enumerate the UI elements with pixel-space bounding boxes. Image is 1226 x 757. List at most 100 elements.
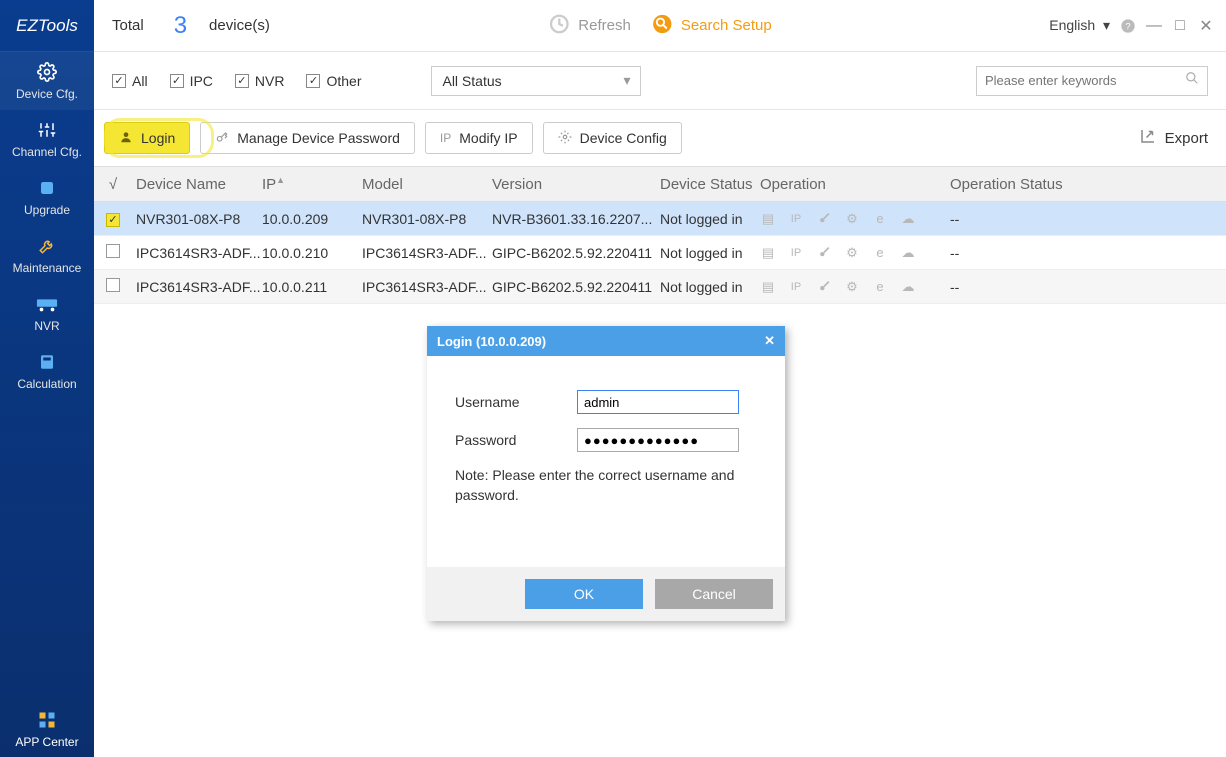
close-icon[interactable]: ✕ bbox=[764, 333, 775, 349]
gear-icon[interactable]: ⚙ bbox=[844, 279, 860, 295]
svg-text:?: ? bbox=[1125, 21, 1130, 31]
nvr-icon bbox=[36, 293, 58, 315]
table-row[interactable]: IPC3614SR3-ADF... 10.0.0.211 IPC3614SR3-… bbox=[94, 270, 1226, 304]
doc-icon[interactable]: ▤ bbox=[760, 279, 776, 295]
refresh-button[interactable]: Refresh bbox=[548, 13, 631, 39]
gear-icon bbox=[36, 61, 58, 83]
col-header-status[interactable]: Device Status bbox=[660, 176, 760, 193]
sidebar-item-nvr[interactable]: NVR bbox=[0, 284, 94, 342]
cell-model: NVR301-08X-P8 bbox=[362, 211, 492, 227]
ie-icon[interactable]: e bbox=[872, 211, 888, 227]
sidebar-item-channel-cfg[interactable]: Channel Cfg. bbox=[0, 110, 94, 168]
cell-ip: 10.0.0.210 bbox=[262, 245, 362, 261]
search-box[interactable] bbox=[976, 66, 1208, 96]
doc-icon[interactable]: ▤ bbox=[760, 245, 776, 261]
sidebar-item-upgrade[interactable]: Upgrade bbox=[0, 168, 94, 226]
cancel-button[interactable]: Cancel bbox=[655, 579, 773, 609]
operation-icons: ▤ IP ⚙ e ☁ bbox=[760, 245, 950, 261]
maximize-icon[interactable]: □ bbox=[1172, 18, 1188, 34]
status-select[interactable]: All Status ▾ bbox=[431, 66, 641, 96]
col-header-operation[interactable]: Operation bbox=[760, 176, 950, 193]
row-checkbox[interactable]: ✓ bbox=[106, 213, 120, 227]
password-input[interactable] bbox=[577, 428, 739, 452]
sidebar-item-device-cfg[interactable]: Device Cfg. bbox=[0, 52, 94, 110]
col-header-name[interactable]: Device Name bbox=[132, 176, 262, 193]
cloud-icon[interactable]: ☁ bbox=[900, 279, 916, 295]
device-config-button[interactable]: Device Config bbox=[543, 122, 682, 154]
devices-label: device(s) bbox=[209, 17, 270, 34]
ip-icon[interactable]: IP bbox=[788, 279, 804, 295]
cell-status: Not logged in bbox=[660, 279, 760, 295]
cell-op-status: -- bbox=[950, 245, 1226, 261]
sidebar-item-maintenance[interactable]: Maintenance bbox=[0, 226, 94, 284]
dialog-titlebar: Login (10.0.0.209) ✕ bbox=[427, 326, 785, 356]
password-label: Password bbox=[455, 432, 577, 448]
cell-version: NVR-B3601.33.16.2207... bbox=[492, 211, 660, 227]
login-button[interactable]: Login bbox=[104, 122, 190, 154]
action-row: Login Manage Device Password IP Modify I… bbox=[94, 110, 1226, 166]
gear-icon[interactable]: ⚙ bbox=[844, 211, 860, 227]
cloud-icon[interactable]: ☁ bbox=[900, 245, 916, 261]
export-button[interactable]: Export bbox=[1139, 127, 1208, 149]
cell-op-status: -- bbox=[950, 279, 1226, 295]
col-header-ip[interactable]: IP ▲ bbox=[262, 176, 362, 193]
username-input[interactable] bbox=[577, 390, 739, 414]
sidebar-item-app-center[interactable]: APP Center bbox=[0, 709, 94, 749]
help-icon[interactable]: ? bbox=[1120, 18, 1136, 34]
doc-icon[interactable]: ▤ bbox=[760, 211, 776, 227]
filter-ipc-checkbox[interactable]: ✓IPC bbox=[170, 73, 213, 89]
ie-icon[interactable]: e bbox=[872, 245, 888, 261]
table-row[interactable]: IPC3614SR3-ADF... 10.0.0.210 IPC3614SR3-… bbox=[94, 236, 1226, 270]
language-selector[interactable]: English ▾ bbox=[1049, 17, 1110, 34]
col-header-model[interactable]: Model bbox=[362, 176, 492, 193]
total-label: Total bbox=[112, 17, 144, 34]
col-header-version[interactable]: Version bbox=[492, 176, 660, 193]
col-header-op-status[interactable]: Operation Status bbox=[950, 176, 1226, 193]
ie-icon[interactable]: e bbox=[872, 279, 888, 295]
key-icon[interactable] bbox=[816, 211, 832, 227]
row-checkbox[interactable] bbox=[106, 244, 120, 258]
sliders-icon bbox=[36, 119, 58, 141]
close-icon[interactable]: ✕ bbox=[1198, 18, 1214, 34]
operation-icons: ▤ IP ⚙ e ☁ bbox=[760, 211, 950, 227]
calculator-icon bbox=[36, 351, 58, 373]
gear-icon[interactable]: ⚙ bbox=[844, 245, 860, 261]
refresh-icon bbox=[548, 13, 570, 39]
app-logo: EZTools bbox=[0, 0, 94, 52]
total-count: 3 bbox=[174, 12, 187, 40]
filter-all-checkbox[interactable]: ✓All bbox=[112, 73, 148, 89]
sidebar-item-calculation[interactable]: Calculation bbox=[0, 342, 94, 400]
sidebar-item-label: Upgrade bbox=[24, 203, 70, 217]
cell-ip: 10.0.0.211 bbox=[262, 279, 362, 295]
row-checkbox[interactable] bbox=[106, 278, 120, 292]
export-icon bbox=[1139, 127, 1157, 149]
key-icon[interactable] bbox=[816, 279, 832, 295]
cell-status: Not logged in bbox=[660, 245, 760, 261]
ok-button[interactable]: OK bbox=[525, 579, 643, 609]
ip-icon[interactable]: IP bbox=[788, 211, 804, 227]
operation-icons: ▤ IP ⚙ e ☁ bbox=[760, 279, 950, 295]
sidebar-item-label: Channel Cfg. bbox=[12, 145, 82, 159]
ip-icon: IP bbox=[440, 131, 451, 145]
key-icon bbox=[215, 130, 229, 147]
col-header-check[interactable]: √ bbox=[94, 176, 132, 193]
search-input[interactable] bbox=[985, 73, 1185, 88]
table-row[interactable]: ✓ NVR301-08X-P8 10.0.0.209 NVR301-08X-P8… bbox=[94, 202, 1226, 236]
minimize-icon[interactable]: — bbox=[1146, 18, 1162, 34]
filter-nvr-checkbox[interactable]: ✓NVR bbox=[235, 73, 285, 89]
cell-model: IPC3614SR3-ADF... bbox=[362, 245, 492, 261]
key-icon[interactable] bbox=[816, 245, 832, 261]
modify-ip-button[interactable]: IP Modify IP bbox=[425, 122, 533, 154]
ip-icon[interactable]: IP bbox=[788, 245, 804, 261]
search-setup-button[interactable]: Search Setup bbox=[651, 13, 772, 39]
cloud-icon[interactable]: ☁ bbox=[900, 211, 916, 227]
manage-password-button[interactable]: Manage Device Password bbox=[200, 122, 415, 154]
cell-ip: 10.0.0.209 bbox=[262, 211, 362, 227]
filter-other-checkbox[interactable]: ✓Other bbox=[306, 73, 361, 89]
search-setup-icon bbox=[651, 13, 673, 39]
sort-asc-icon: ▲ bbox=[276, 175, 285, 185]
gear-icon bbox=[558, 130, 572, 147]
cell-name: IPC3614SR3-ADF... bbox=[132, 279, 262, 295]
chevron-down-icon: ▾ bbox=[623, 72, 630, 89]
cell-model: IPC3614SR3-ADF... bbox=[362, 279, 492, 295]
